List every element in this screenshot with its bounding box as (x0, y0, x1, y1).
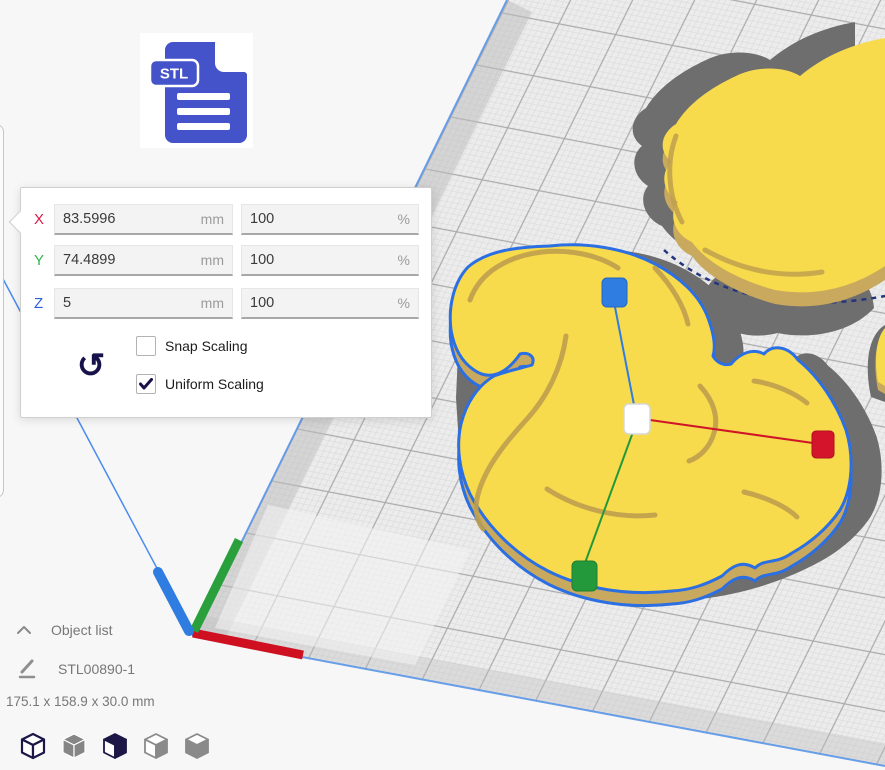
y-size-value: 74.4899 (63, 246, 115, 274)
z-percent-value: 100 (250, 289, 274, 317)
z-size-input[interactable]: 5 mm (54, 288, 233, 319)
uniform-scaling-label: Uniform Scaling (165, 376, 264, 392)
tool-sidebar-edge (0, 124, 4, 498)
cube-left-highlight-icon (145, 734, 167, 758)
stl-file-thumbnail: STL (140, 33, 253, 148)
snap-checkbox[interactable] (136, 336, 156, 356)
y-percent-input[interactable]: 100 % (241, 245, 419, 276)
view-3d-button[interactable] (18, 731, 48, 761)
y-size-input[interactable]: 74.4899 mm (54, 245, 233, 276)
cube-front-highlight-icon (104, 734, 126, 758)
view-top-button[interactable] (100, 731, 130, 761)
cube-top-highlight-icon (186, 734, 208, 758)
scale-row-z: Z 5 mm 100 % (21, 288, 431, 319)
z-percent-input[interactable]: 100 % (241, 288, 419, 319)
scale-row-y: Y 74.4899 mm 100 % (21, 245, 431, 276)
stl-document-icon: STL (140, 33, 253, 148)
y-percent-unit: % (398, 246, 410, 274)
chevron-up-icon (15, 623, 33, 637)
object-list-title: Object list (51, 622, 112, 638)
object-list-header[interactable]: Object list (15, 622, 112, 638)
camera-view-buttons (18, 731, 223, 761)
view-left-button[interactable] (141, 731, 171, 761)
x-size-unit: mm (201, 205, 224, 233)
object-dimensions: 175.1 x 158.9 x 30.0 mm (6, 694, 155, 709)
reset-icon: ↺ (77, 349, 106, 383)
scale-handle-center[interactable] (624, 404, 650, 434)
scale-handle-y[interactable] (572, 561, 597, 591)
scale-handle-x[interactable] (812, 431, 834, 458)
document-fold (215, 42, 247, 72)
stl-badge-label: STL (160, 66, 188, 83)
y-percent-value: 100 (250, 246, 274, 274)
x-percent-value: 100 (250, 205, 274, 233)
uniform-checkbox[interactable] (136, 374, 156, 394)
snap-scaling-row: Snap Scaling (136, 336, 248, 356)
scale-handle-z[interactable] (602, 278, 627, 307)
view-front-button[interactable] (59, 731, 89, 761)
uniform-scaling-row: Uniform Scaling (136, 374, 264, 394)
object-list-item[interactable]: STL00890-1 (18, 658, 135, 680)
z-percent-unit: % (398, 289, 410, 317)
z-size-unit: mm (201, 289, 224, 317)
view-right-button[interactable] (182, 731, 212, 761)
slicer-app: { "file_badge": { "label": "STL" }, "sca… (0, 0, 885, 770)
x-percent-unit: % (398, 205, 410, 233)
snap-scaling-label: Snap Scaling (165, 338, 248, 354)
reset-scale-button[interactable]: ↺ (71, 346, 111, 386)
y-axis-label: Y (34, 245, 52, 276)
z-axis-label: Z (34, 288, 52, 319)
y-size-unit: mm (201, 246, 224, 274)
object-item-name: STL00890-1 (58, 661, 135, 677)
cube-wireframe-icon (22, 734, 44, 758)
z-axis-bar (158, 572, 189, 631)
scale-tool-panel: X 83.5996 mm 100 % Y 74.4899 mm 100 % Z … (20, 187, 432, 418)
checkmark-icon (139, 378, 153, 390)
z-size-value: 5 (63, 289, 71, 317)
x-size-value: 83.5996 (63, 205, 115, 233)
x-size-input[interactable]: 83.5996 mm (54, 204, 233, 235)
cube-solid-icon (63, 734, 85, 758)
x-axis-label: X (34, 204, 52, 235)
x-percent-input[interactable]: 100 % (241, 204, 419, 235)
scale-row-x: X 83.5996 mm 100 % (21, 204, 431, 235)
pencil-icon (18, 658, 38, 680)
